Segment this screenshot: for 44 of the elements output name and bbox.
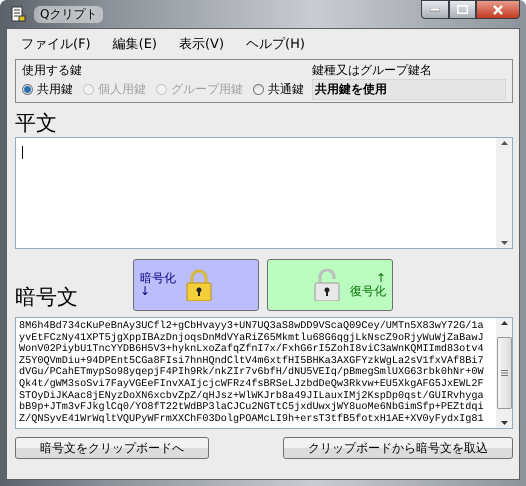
ciphertext-line: dVGu/PCahETmypSo98yqepjF4PIh9Rk/nkZIr7v6bfH/dNU5VEIq/pBmegSmlUXG63rbk0hNr+0W (19, 367, 484, 378)
menu-item[interactable]: ファイル(F) (21, 35, 91, 53)
ciphertext-line: yvEtFCzNy41XPT5jgXppIBAzDnjoqsDnMdVYaRiZ65Mkmtlu68G6qgjLkNscZ9oRjyWuWjZaBawJ (19, 332, 484, 344)
decrypt-button[interactable]: ↑ 復号化 (267, 259, 393, 311)
scroll-down-icon[interactable] (500, 421, 508, 425)
key-name-field: 共用鍵を使用 (312, 79, 506, 100)
plaintext-label: 平文 (15, 110, 58, 137)
clipboard-button[interactable]: 暗号文をクリップボードへ (15, 437, 209, 459)
open-padlock-icon (314, 269, 340, 301)
radio-option[interactable]: 共通鍵 (253, 81, 304, 98)
group-label: 使用する鍵 (22, 62, 83, 79)
ciphertext-line: Qk4t/gWM3soSvi7FayVGEeFInvXAIjcjcWFRz4fsBRSeLJzbdDeQw3Rkvw+EU5XkgAFG5JxEWL2F (19, 378, 484, 390)
maximize-button[interactable] (449, 0, 476, 19)
menu-item[interactable]: ヘルプ(H) (246, 35, 305, 53)
encrypt-button[interactable]: 暗号化 ↓ (133, 259, 259, 311)
ciphertext-label: 暗号文 (15, 284, 79, 311)
app-icon (10, 6, 26, 22)
ciphertext-line: STOyDiJKAac8jENyzDoXN6xcbvZpZ/qHJsz+WlWKJrb8a49JILauxIMj2KspDp0qst/GUIRvhyga (19, 390, 484, 402)
ciphertext-field[interactable] (15, 317, 513, 429)
scrollbar-thumb[interactable] (496, 337, 512, 409)
minimize-icon (430, 8, 440, 12)
close-button[interactable] (476, 0, 520, 19)
scrollbar[interactable] (496, 318, 512, 428)
grip-icon (500, 370, 508, 376)
closed-padlock-icon (186, 269, 212, 301)
ciphertext-line: Z/QNSyvE41WrWqltVQUPyWFrmXXChF03DolgPOAMcLI9h+ersT3tfB5fotxH1AE+XV0yFydxIg81 (19, 414, 484, 426)
plaintext-field[interactable] (15, 137, 513, 249)
scroll-down-icon[interactable] (500, 241, 508, 245)
close-icon (493, 4, 503, 14)
radio-option[interactable]: 共用鍵 (22, 81, 73, 98)
key-name-label: 鍵種又はグループ鍵名 (312, 62, 433, 79)
ciphertext-line: 8M6h4Bd734cKuPeBnAy3UCfl2+gCbHvayy3+UN7UQ3aS8wDD9VScaQ09Cey/UMTn5X83wY72G/1a (19, 321, 484, 332)
ciphertext-line: WonV02PiybU1TncYYDB6H5V3+hyknLxoZafqZfnI7x/FxhG6rI5ZohI8viC3aWnKQMIImd83otv4 (19, 344, 484, 356)
window-title: Qクリプト (34, 6, 104, 22)
ciphertext-line: Z5Y0QVmDiu+94DPEnt5CGa8FIsi7hnHQndCltV4m6xtfHI5BHKa3AXGFYzkWgLa2sV1fxVAf8Bi7 (19, 356, 484, 367)
clipboard-button[interactable]: クリップボードから暗号文を取込 (283, 437, 513, 459)
maximize-icon (457, 5, 468, 14)
menu-item[interactable]: 表示(V) (178, 35, 224, 53)
minimize-button[interactable] (421, 0, 449, 19)
menu-item[interactable]: 編集(E) (112, 35, 157, 53)
ciphertext-line: bB9p+JTm3vFJkglCq0/YO8fT22tWdBP3laCJCu2NGTtC5jxdUwxjWY8uoMe6NbGimSfp+PEZtdqi (19, 402, 484, 414)
scrollbar[interactable] (496, 138, 512, 248)
scroll-up-icon[interactable] (500, 321, 508, 325)
scroll-up-icon[interactable] (500, 141, 508, 145)
